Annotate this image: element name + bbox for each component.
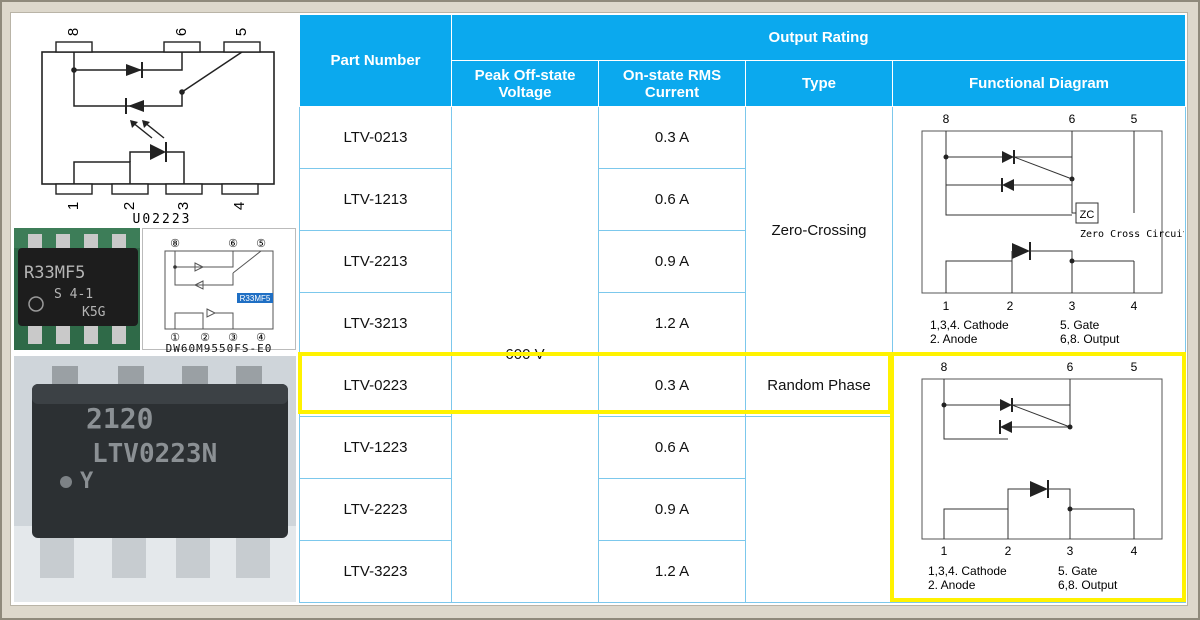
- current-cell: 0.3 A: [598, 106, 746, 169]
- chip-marking: LTV0223N: [92, 439, 217, 469]
- pin-label: 2: [121, 202, 138, 210]
- pin-label: 2: [1005, 544, 1012, 558]
- r33mf5-tag: R33MF5: [240, 294, 271, 303]
- part-number-cell: LTV-2213: [299, 230, 452, 293]
- current-cell: 0.6 A: [598, 168, 746, 231]
- pin-label: 4: [1131, 299, 1138, 313]
- pin-label: 8: [65, 28, 82, 36]
- current-cell: 0.6 A: [598, 416, 746, 479]
- legend-gate: 5. Gate: [1058, 564, 1098, 578]
- chip-photo-small: R33MF5 S 4-1 K5G: [14, 228, 140, 350]
- header-peak-voltage: Peak Off-state Voltage: [451, 60, 599, 107]
- part-number-cell: LTV-0213: [299, 106, 452, 169]
- header-type: Type: [745, 60, 893, 107]
- part-number-cell: LTV-3213: [299, 292, 452, 355]
- chip-marking: K5G: [82, 305, 106, 320]
- pin-label: 2: [1007, 299, 1014, 313]
- pin-label: 4: [1131, 544, 1138, 558]
- schematic-caption: U02223: [133, 212, 192, 226]
- type-cell-zero-crossing: Zero-Crossing: [745, 106, 893, 355]
- table-row: LTV-0223 0.3 A Random Phase 8 6 5 1 2 3 …: [299, 354, 1187, 603]
- pin-label: 3: [1067, 544, 1074, 558]
- current-cell: 0.3 A: [598, 354, 746, 417]
- zc-box-label: ZC: [1080, 209, 1095, 221]
- pin-label: 5: [1131, 360, 1138, 374]
- type-cell-random-phase: Random Phase: [745, 354, 893, 417]
- pin-label: 8: [941, 360, 948, 374]
- chip-photo-small-drawing: R33MF5 S 4-1 K5G: [14, 228, 140, 350]
- chip-marking: R33MF5: [24, 263, 85, 283]
- legend-cathode: 1,3,4. Cathode: [930, 318, 1009, 332]
- pin-label: 6: [1069, 112, 1076, 126]
- part-number-cell: LTV-0223: [299, 354, 452, 417]
- header-functional-diagram: Functional Diagram: [891, 60, 1187, 107]
- voltage-cell: 600 V: [451, 106, 599, 603]
- legend-output: 6,8. Output: [1060, 332, 1120, 346]
- header-rms-current: On-state RMS Current: [598, 60, 746, 107]
- table-row: LTV-0213 600 V 0.3 A Zero-Crossing 8 6 5: [299, 106, 1188, 603]
- pin-label: 3: [1069, 299, 1076, 313]
- schematic-drawing: 8 6 5 1 2 3 4 U02223: [41, 28, 275, 227]
- zc-circuit-label: Zero Cross Circuit: [1080, 229, 1184, 240]
- part-number-cell: LTV-2223: [299, 478, 452, 541]
- pin-label: 8: [943, 112, 950, 126]
- part-number-cell: LTV-3223: [299, 540, 452, 603]
- diagram-cell-zero-crossing: 8 6 5 ZC Zero Cross Circuit 1 2 3 4 1,3,…: [891, 106, 1188, 355]
- part-number-cell: LTV-1223: [299, 416, 452, 479]
- pin-label: 5: [1131, 112, 1138, 126]
- pin-label: 5: [233, 28, 250, 36]
- chip-marking: 2120: [86, 402, 153, 435]
- legend-anode: 2. Anode: [928, 578, 976, 592]
- chip-photo-large-drawing: 2120 LTV0223N Y: [14, 356, 296, 602]
- legend-cathode: 1,3,4. Cathode: [928, 564, 1007, 578]
- part-number-cell: LTV-1213: [299, 168, 452, 231]
- legend-anode: 2. Anode: [930, 332, 978, 346]
- r33mf5-diagram-drawing: ⑧ ⑥ ⑤ R33MF5 ① ② ③ ④: [164, 238, 274, 344]
- spec-table: Part Number Output Rating Peak Off-state…: [299, 14, 1188, 603]
- current-cell: 0.9 A: [598, 230, 746, 293]
- pin-label: ⑤: [256, 238, 266, 250]
- chip-photo-large: 2120 LTV0223N Y: [14, 356, 296, 602]
- current-cell: 1.2 A: [598, 540, 746, 603]
- r33mf5-diagram: ⑧ ⑥ ⑤ R33MF5 ① ② ③ ④: [142, 228, 296, 350]
- pin-label: ⑧: [170, 238, 180, 250]
- r33mf5-caption-box: DW60M9550FS-E0: [142, 342, 296, 356]
- zero-crossing-diagram: 8 6 5 ZC Zero Cross Circuit 1 2 3 4 1,3,…: [921, 112, 1188, 346]
- current-cell: 0.9 A: [598, 478, 746, 541]
- pin-label: 6: [173, 28, 190, 36]
- pin-label: 6: [1067, 360, 1074, 374]
- current-cell: 1.2 A: [598, 292, 746, 355]
- pin-label: 3: [175, 202, 192, 210]
- pin-label: 1: [65, 202, 82, 210]
- chip-marking: Y: [80, 469, 94, 494]
- header-part-number: Part Number: [299, 14, 452, 107]
- optotriac-schematic: 8 6 5 1 2 3 4 U02223: [14, 14, 296, 227]
- diagram-cell-random-phase: 8 6 5 1 2 3 4 1,3,4. Cathode 2. Anode 5.…: [891, 354, 1187, 603]
- pin-label: 4: [231, 202, 248, 210]
- voltage-value: 600 V: [505, 346, 545, 363]
- pin-label: 1: [943, 299, 950, 313]
- legend-gate: 5. Gate: [1060, 318, 1100, 332]
- random-phase-diagram: 8 6 5 1 2 3 4 1,3,4. Cathode 2. Anode 5.…: [921, 360, 1163, 592]
- pin-label: 1: [941, 544, 948, 558]
- chip-marking: S 4-1: [54, 287, 93, 302]
- r33mf5-caption: DW60M9550FS-E0: [165, 342, 273, 355]
- type-cell-empty: [745, 416, 893, 603]
- legend-output: 6,8. Output: [1058, 578, 1118, 592]
- header-output-rating: Output Rating: [450, 14, 1187, 61]
- pin-label: ⑥: [228, 238, 238, 250]
